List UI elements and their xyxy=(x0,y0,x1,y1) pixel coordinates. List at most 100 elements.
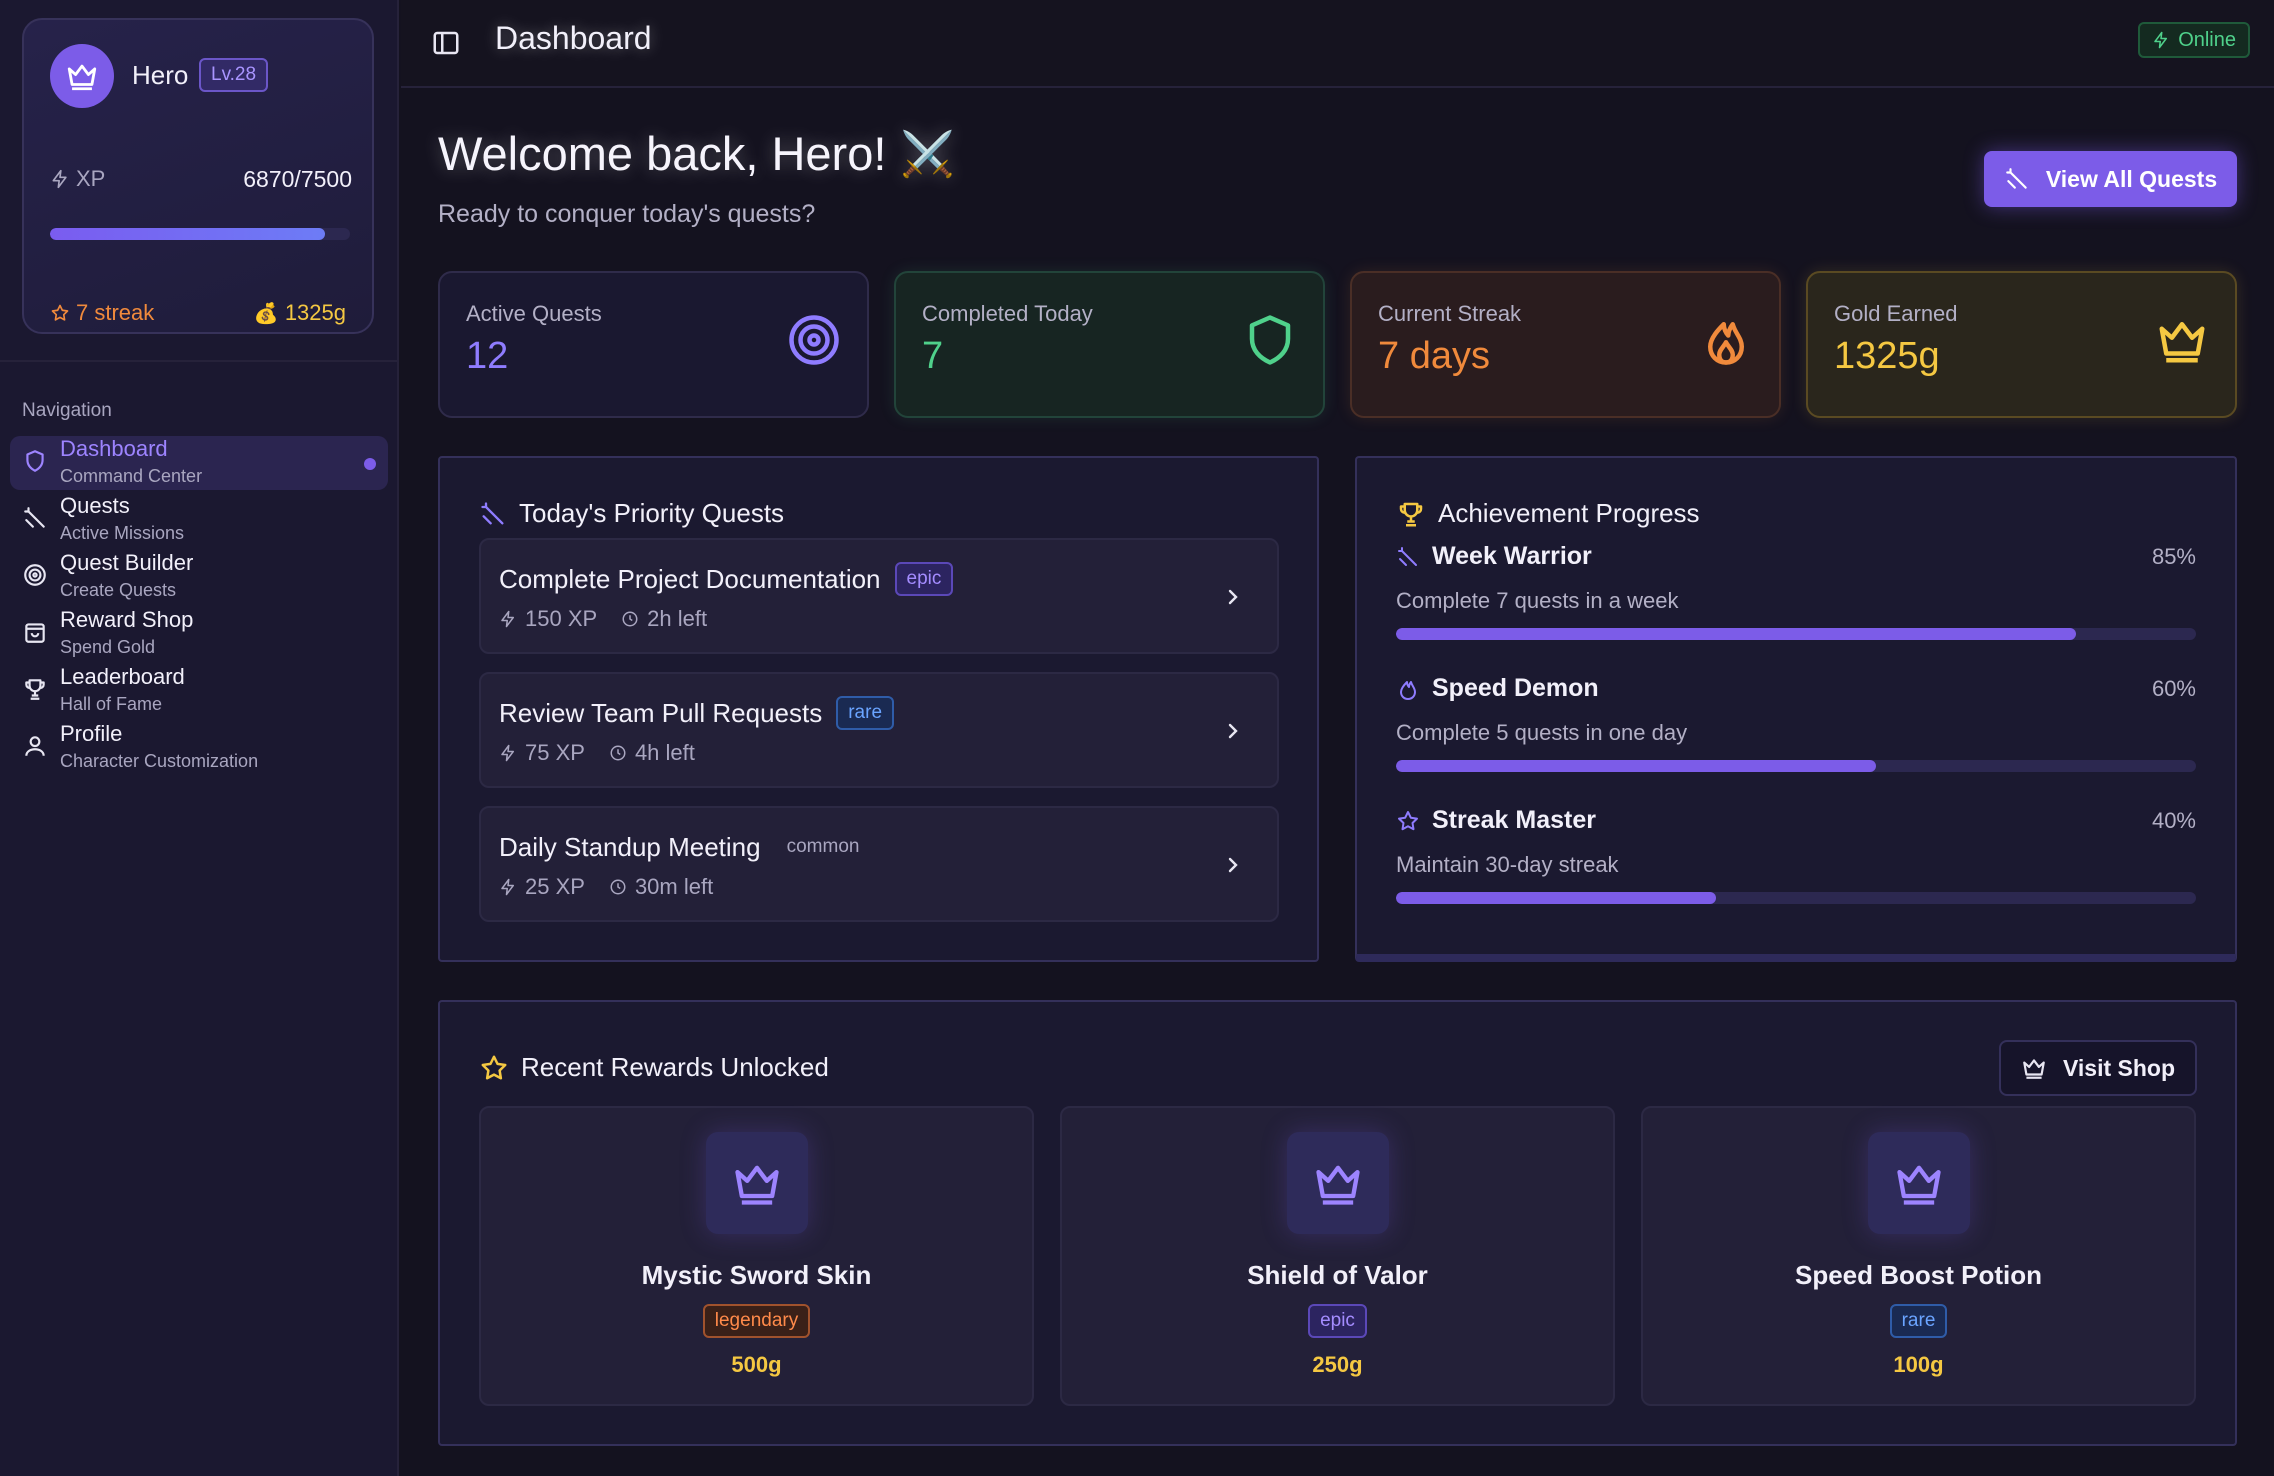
sidebar-item-reward-shop[interactable]: Reward Shop Spend Gold xyxy=(10,607,388,661)
sword-icon xyxy=(2006,168,2027,189)
achievement-description: Complete 5 quests in one day xyxy=(1396,720,1688,745)
achievement-description: Complete 7 quests in a week xyxy=(1396,588,1679,613)
sidebar-item-subtitle: Hall of Fame xyxy=(60,694,163,714)
reward-icon xyxy=(705,1132,808,1234)
sidebar-item-quests[interactable]: Quests Active Missions xyxy=(10,493,388,547)
chevron-right-icon[interactable] xyxy=(1225,586,1241,608)
sidebar-item-leaderboard[interactable]: Leaderboard Hall of Fame xyxy=(10,664,388,718)
achievement-item: Week Warrior 85% Complete 7 quests in a … xyxy=(1396,542,2196,672)
clock-icon xyxy=(610,879,626,895)
achievement-progress-bar xyxy=(1396,760,2196,772)
stat-value: 7 xyxy=(922,335,944,377)
rarity-badge: common xyxy=(786,836,860,857)
stat-value: 12 xyxy=(466,335,509,377)
reward-card[interactable]: Speed Boost Potion rare 100g xyxy=(1641,1106,2196,1406)
rarity-badge: rare xyxy=(836,696,895,730)
view-all-quests-button[interactable]: View All Quests xyxy=(1984,151,2237,207)
visit-shop-label: Visit Shop xyxy=(2062,1054,2176,1081)
sidebar-item-title: Quests xyxy=(60,493,130,518)
target-icon xyxy=(24,564,46,586)
sword-icon xyxy=(24,507,45,528)
quest-item[interactable]: Complete Project Documentation epic 150 … xyxy=(479,538,1279,654)
reward-tag-row: epic xyxy=(1062,1304,1613,1338)
achievement-name-row: Streak Master xyxy=(1396,806,1596,835)
achievement-progress-fill xyxy=(1396,760,1876,772)
sidebar-toggle-icon[interactable] xyxy=(431,28,461,58)
rarity-badge: epic xyxy=(1308,1304,1367,1338)
welcome-heading: Welcome back, Hero! ⚔️ xyxy=(438,126,955,181)
chevron-right-icon[interactable] xyxy=(1225,720,1241,742)
xp-label-text: XP xyxy=(76,166,106,191)
reward-price: 500g xyxy=(731,1352,782,1377)
sidebar-item-subtitle: Active Missions xyxy=(60,523,185,543)
quest-meta: 150 XP 2h left xyxy=(499,606,707,632)
achievement-progress-fill xyxy=(1396,892,1716,904)
stat-label: Completed Today xyxy=(922,301,1093,326)
stat-card-gold-earned: Gold Earned 1325g xyxy=(1806,271,2237,418)
crown-icon xyxy=(1896,1165,1941,1205)
sidebar-item-title: Dashboard xyxy=(60,436,168,461)
reward-card[interactable]: Mystic Sword Skin legendary 500g xyxy=(479,1106,1034,1406)
sidebar-item-quest-builder[interactable]: Quest Builder Create Quests xyxy=(10,550,388,604)
level-badge: Lv.28 xyxy=(199,58,269,92)
bolt-icon xyxy=(2154,31,2168,49)
sidebar-item-dashboard[interactable]: Dashboard Command Center xyxy=(10,436,388,490)
gold-text: 1325g xyxy=(284,300,346,325)
crown-icon xyxy=(1315,1165,1360,1205)
xp-label: XP xyxy=(50,166,105,192)
reward-tag-row: rare xyxy=(1643,1304,2194,1338)
welcome-subtitle: Ready to conquer today's quests? xyxy=(438,200,816,228)
flame-icon xyxy=(1708,322,1744,365)
achievement-name: Streak Master xyxy=(1432,806,1596,834)
sidebar-item-title: Profile xyxy=(60,721,123,746)
stat-label: Current Streak xyxy=(1378,301,1522,326)
quest-name: Daily Standup Meeting xyxy=(499,831,761,862)
quest-xp: 75 XP xyxy=(525,740,585,765)
quest-item[interactable]: Daily Standup Meeting common 25 XP 30m l… xyxy=(479,806,1279,922)
sword-icon xyxy=(481,501,504,524)
reward-name: Speed Boost Potion xyxy=(1795,1260,2042,1290)
visit-shop-button[interactable]: Visit Shop xyxy=(1999,1040,2197,1096)
shield-icon xyxy=(1249,315,1291,365)
sidebar-item-profile[interactable]: Profile Character Customization xyxy=(10,721,388,775)
stat-value: 1325g xyxy=(1834,335,1940,377)
rarity-badge: rare xyxy=(1889,1304,1948,1338)
reward-name: Mystic Sword Skin xyxy=(641,1260,872,1290)
bag-icon xyxy=(25,623,45,643)
stat-label: Active Quests xyxy=(466,301,602,326)
sidebar-item-subtitle: Spend Gold xyxy=(60,637,156,657)
sidebar-item-title: Leaderboard xyxy=(60,664,185,689)
chevron-right-icon[interactable] xyxy=(1225,854,1241,876)
achievement-name: Week Warrior xyxy=(1432,542,1592,570)
sidebar-item-subtitle: Command Center xyxy=(60,466,203,486)
achievement-progress-bar xyxy=(1396,628,2196,640)
achievement-progress-bar xyxy=(1396,892,2196,904)
profile-card[interactable]: Hero Lv.28 XP 6870/7500 7 streak 💰 1325g xyxy=(22,18,374,334)
streak-count: 7 streak xyxy=(50,300,154,326)
welcome-text: Welcome back, Hero! xyxy=(438,127,887,180)
gold-balance: 💰 1325g xyxy=(254,300,346,326)
sidebar: Hero Lv.28 XP 6870/7500 7 streak 💰 1325g… xyxy=(0,0,399,1476)
reward-icon xyxy=(1867,1132,1970,1234)
achievement-percent: 85% xyxy=(2151,544,2196,569)
avatar xyxy=(50,44,114,108)
crown-icon xyxy=(734,1165,779,1205)
quest-xp: 25 XP xyxy=(525,874,585,899)
bolt-icon xyxy=(501,610,514,628)
achievement-description: Maintain 30-day streak xyxy=(1396,852,1619,877)
rarity-badge: legendary xyxy=(702,1304,811,1338)
quest-item[interactable]: Review Team Pull Requests rare 75 XP 4h … xyxy=(479,672,1279,788)
reward-card[interactable]: Shield of Valor epic 250g xyxy=(1060,1106,1615,1406)
achievement-item: Streak Master 40% Maintain 30-day streak xyxy=(1396,806,2196,936)
reward-icon xyxy=(1286,1132,1389,1234)
stat-value: 7 days xyxy=(1378,335,1490,377)
achievement-title: Achievement Progress xyxy=(1396,498,1700,529)
crossed-swords-icon: ⚔️ xyxy=(900,129,956,179)
reward-tag-row: legendary xyxy=(481,1304,1032,1338)
shield-icon xyxy=(26,450,44,472)
sidebar-divider xyxy=(0,360,399,362)
star-icon xyxy=(51,304,69,321)
clock-icon xyxy=(622,611,638,627)
stat-card-current-streak: Current Streak 7 days xyxy=(1350,271,1781,418)
clock-icon xyxy=(610,745,626,761)
